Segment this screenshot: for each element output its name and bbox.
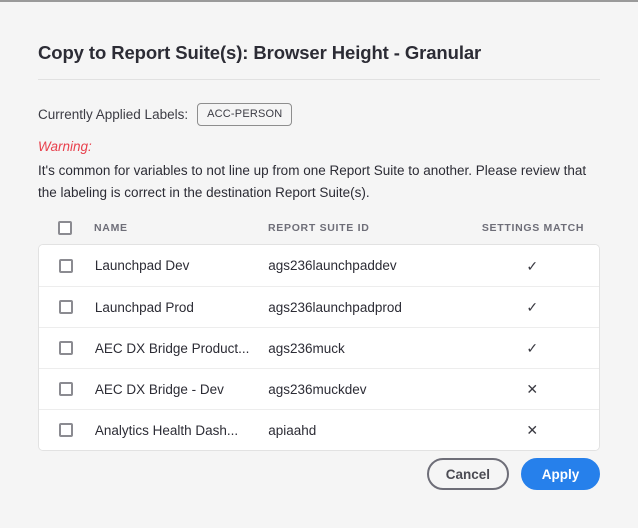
label-chip-acc-person[interactable]: ACC-PERSON [197, 103, 292, 126]
row-checkbox[interactable] [59, 423, 73, 437]
cell-report-suite-id: ags236muck [268, 341, 465, 356]
check-icon: ✓ [526, 341, 538, 355]
warning-text: It's common for variables to not line up… [38, 160, 604, 204]
row-checkbox-cell [39, 382, 95, 396]
table-row[interactable]: AEC DX Bridge - Dev ags236muckdev ✕ [39, 368, 599, 409]
select-all-cell [38, 221, 94, 235]
row-checkbox[interactable] [59, 259, 73, 273]
table-row[interactable]: Launchpad Dev ags236launchpaddev ✓ [39, 245, 599, 286]
column-header-settings-match[interactable]: SETTINGS MATCH [466, 222, 600, 234]
row-checkbox-cell [39, 300, 95, 314]
check-icon: ✓ [526, 259, 538, 273]
table-row[interactable]: AEC DX Bridge Product... ags236muck ✓ [39, 327, 599, 368]
row-checkbox-cell [39, 423, 95, 437]
cell-name: Analytics Health Dash... [95, 423, 268, 438]
table-body: Launchpad Dev ags236launchpaddev ✓ Launc… [38, 244, 600, 451]
row-checkbox[interactable] [59, 341, 73, 355]
dialog-footer: Cancel Apply [38, 458, 600, 490]
cell-settings-match: ✕ [466, 381, 600, 397]
cell-name: Launchpad Prod [95, 300, 268, 315]
cell-name: Launchpad Dev [95, 258, 268, 273]
title-divider [38, 79, 600, 80]
cell-settings-match: ✕ [466, 422, 600, 438]
cell-name: AEC DX Bridge - Dev [95, 382, 268, 397]
row-checkbox-cell [39, 341, 95, 355]
row-checkbox-cell [39, 259, 95, 273]
cell-settings-match: ✓ [466, 258, 600, 274]
column-header-name[interactable]: NAME [94, 222, 268, 234]
copy-to-report-suites-dialog: Copy to Report Suite(s): Browser Height … [0, 2, 638, 528]
table-row[interactable]: Launchpad Prod ags236launchpadprod ✓ [39, 286, 599, 327]
check-icon: ✓ [526, 300, 538, 314]
row-checkbox[interactable] [59, 382, 73, 396]
cell-name: AEC DX Bridge Product... [95, 341, 268, 356]
report-suites-table: NAME REPORT SUITE ID SETTINGS MATCH Laun… [38, 212, 600, 451]
currently-applied-labels: Currently Applied Labels: ACC-PERSON [38, 103, 292, 125]
close-icon: ✕ [526, 382, 538, 396]
table-header-row: NAME REPORT SUITE ID SETTINGS MATCH [38, 212, 600, 244]
warning-heading: Warning: [38, 139, 92, 154]
cell-report-suite-id: ags236muckdev [268, 382, 465, 397]
select-all-checkbox[interactable] [58, 221, 72, 235]
table-row[interactable]: Analytics Health Dash... apiaahd ✕ [39, 409, 599, 450]
close-icon: ✕ [526, 423, 538, 437]
cell-report-suite-id: ags236launchpadprod [268, 300, 465, 315]
cell-settings-match: ✓ [466, 299, 600, 315]
apply-button[interactable]: Apply [521, 458, 600, 490]
dialog-title: Copy to Report Suite(s): Browser Height … [38, 42, 481, 64]
row-checkbox[interactable] [59, 300, 73, 314]
cell-report-suite-id: apiaahd [268, 423, 465, 438]
column-header-report-suite-id[interactable]: REPORT SUITE ID [268, 222, 466, 234]
labels-caption: Currently Applied Labels: [38, 107, 188, 122]
cancel-button[interactable]: Cancel [427, 458, 509, 490]
cell-settings-match: ✓ [466, 340, 600, 356]
cell-report-suite-id: ags236launchpaddev [268, 258, 465, 273]
